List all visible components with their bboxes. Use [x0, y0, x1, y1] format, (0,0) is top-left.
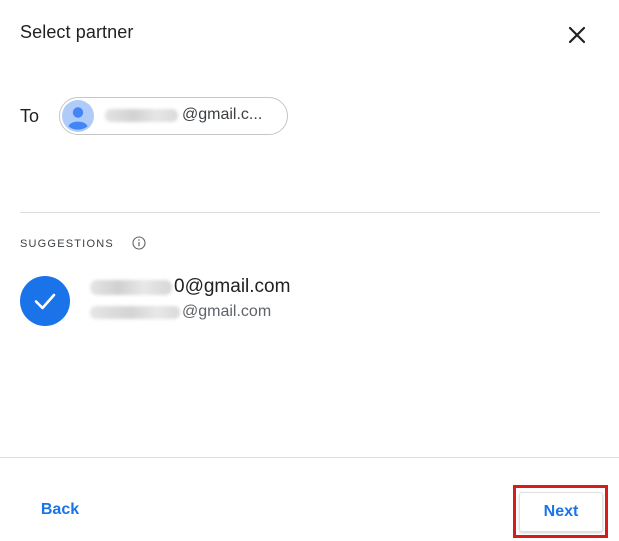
person-avatar-icon	[62, 100, 94, 132]
divider	[20, 212, 600, 213]
redacted-text	[90, 306, 180, 319]
footer-divider	[0, 457, 619, 458]
close-button[interactable]	[560, 18, 594, 52]
redacted-text	[105, 109, 178, 122]
redacted-text	[90, 280, 172, 295]
info-icon[interactable]	[132, 236, 146, 250]
back-button[interactable]: Back	[28, 492, 92, 528]
suggestions-heading: SUGGESTIONS	[20, 238, 114, 250]
recipient-chip[interactable]: @gmail.c...	[59, 97, 288, 135]
suggestion-primary-email: 0@gmail.com	[174, 276, 291, 297]
to-label: To	[20, 106, 40, 126]
dialog-title: Select partner	[20, 22, 134, 42]
close-icon[interactable]	[560, 18, 594, 52]
suggestion-secondary-email: @gmail.com	[182, 303, 272, 320]
suggestion-item[interactable]: 0@gmail.com @gmail.com	[20, 268, 600, 332]
recipient-email: @gmail.c...	[182, 106, 263, 123]
next-button[interactable]: Next	[519, 492, 603, 532]
check-circle-icon[interactable]	[20, 276, 70, 326]
